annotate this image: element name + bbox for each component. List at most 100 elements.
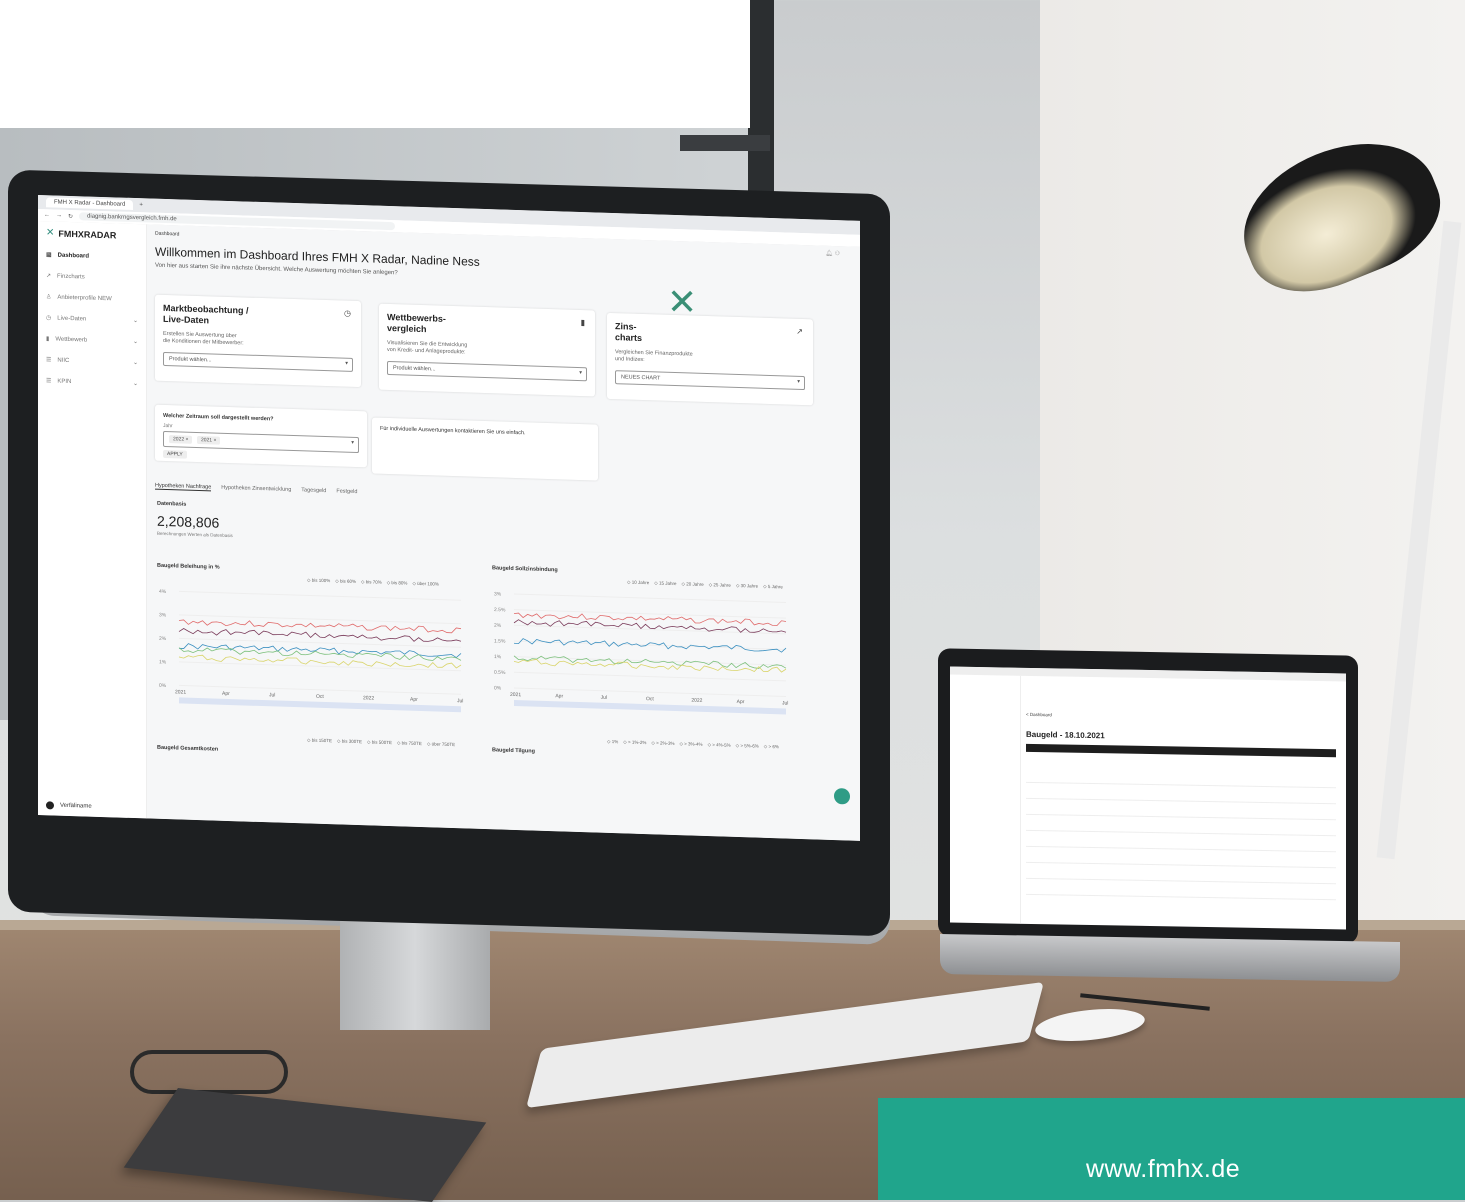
legend-item[interactable]: ◇ 20 Jahre	[681, 581, 703, 588]
list-icon: ☰	[46, 378, 52, 385]
legend-item[interactable]: ◇ > 4%-5%	[708, 742, 731, 749]
reload-icon[interactable]: ↻	[68, 212, 73, 219]
legend-item[interactable]: ◇ > 5%-6%	[736, 743, 759, 750]
clock-icon: ◷	[344, 308, 351, 318]
promo-banner	[878, 1098, 1465, 1200]
tab-tagesgeld[interactable]: Tagesgeld	[301, 487, 326, 495]
tab-festgeld[interactable]: Festgeld	[336, 488, 357, 496]
new-tab-icon[interactable]: +	[139, 202, 143, 208]
bar-chart-icon: ▮	[580, 318, 585, 328]
apply-button[interactable]: APPLY	[163, 449, 187, 459]
chart-title-sollzinsbindung: Baugeld Sollzinsbindung	[492, 565, 558, 574]
grid-icon: ▦	[46, 252, 52, 259]
forward-icon[interactable]: →	[56, 213, 62, 219]
sidebar-item-label: Wettbewerb	[55, 336, 88, 344]
y-tick-label: 4%	[159, 589, 167, 595]
card-title: Marktbeobachtung / Live-Daten	[163, 302, 249, 326]
year-chip[interactable]: 2022 ×	[169, 435, 193, 444]
tab-hypotheken-nachfrage[interactable]: Hypotheken Nachfrage	[155, 482, 212, 492]
gridline	[514, 640, 786, 651]
chart-title-gesamtkosten: Baugeld Gesamtkosten	[157, 744, 219, 753]
legend-item[interactable]: ◇ bis 100%	[307, 577, 330, 584]
card-title: Zins-charts	[615, 321, 643, 343]
logo-x-icon: ✕	[46, 227, 55, 239]
back-icon[interactable]: ←	[44, 212, 50, 218]
legend-item[interactable]: ◇ über 100%	[412, 581, 439, 588]
product-select[interactable]: Produkt wählen...	[163, 351, 353, 372]
product-select[interactable]: Produkt wählen...	[387, 360, 587, 382]
laptop-screen: < Dashboard Baugeld - 18.10.2021	[950, 666, 1346, 930]
series-line	[178, 643, 462, 659]
sidebar-item-kpin[interactable]: ☰ KPIN ⌄	[38, 370, 146, 394]
x-tick-label: Oct	[646, 696, 654, 702]
user-profile[interactable]: Verfäliname	[46, 801, 92, 810]
gridline	[514, 624, 786, 635]
legend-item[interactable]: ◇ 10 Jahre	[627, 580, 649, 587]
legend-item[interactable]: ◇ > 6%	[764, 744, 779, 750]
y-tick-label: 3%	[159, 612, 167, 618]
chat-button[interactable]	[834, 788, 850, 805]
legend-item[interactable]: ◇ 5 Jahre	[763, 584, 783, 591]
year-multiselect[interactable]: 2022 × 2021 ×	[163, 430, 359, 454]
kpi-value: 2,208,806	[157, 512, 220, 531]
legend-item[interactable]: ◇ > 2%-3%	[651, 740, 674, 747]
bell-icon[interactable]: 🔔︎	[825, 251, 833, 257]
legend-item[interactable]: ◇ 1%	[607, 739, 618, 745]
legend-item[interactable]: ◇ 25 Jahre	[709, 582, 731, 589]
y-tick-label: 0.5%	[494, 670, 506, 676]
user-icon: ♙	[46, 294, 52, 301]
y-tick-label: 2%	[159, 636, 167, 642]
tab-hypotheken-zinsentwicklung[interactable]: Hypotheken Zinsentwicklung	[221, 485, 291, 494]
x-tick-label: Jul	[269, 692, 275, 698]
gridline	[514, 609, 786, 619]
legend-item[interactable]: ◇ bis 80%	[387, 580, 408, 587]
legend-item[interactable]: ◇ bis 500TE	[367, 739, 392, 746]
x-tick-label: Apr	[555, 693, 563, 699]
legend-item[interactable]: ◇ bis 60%	[335, 578, 356, 585]
chart-sollzinsbindung[interactable]: 3% 2.5% 2% 1.5% 1% 0.5% 0% 2021 Apr Jul Oct 2022 Apr…	[492, 589, 792, 718]
laptop-page-title: Baugeld - 18.10.2021	[1026, 729, 1105, 741]
legend-item[interactable]: ◇ 15 Jahre	[654, 580, 676, 587]
card-wettbewerbsvergleich: Wettbewerbs-vergleich ▮ Visualisieren Si…	[379, 303, 595, 397]
x-tick-label: Oct	[316, 694, 324, 700]
laptop-back-link[interactable]: < Dashboard	[1026, 712, 1052, 717]
gridline	[179, 590, 461, 601]
gridline	[514, 671, 786, 682]
legend-item[interactable]: ◇ > 3%-4%	[679, 741, 702, 748]
trend-icon: ↗	[796, 326, 803, 337]
legend-sollzinsbindung: ◇ 10 Jahre ◇ 15 Jahre ◇ 20 Jahre ◇ 25 Ja…	[627, 580, 783, 591]
legend-item[interactable]: ◇ über 750TE	[427, 741, 455, 748]
legend-item[interactable]: ◇ > 1%-2%	[623, 739, 646, 746]
browser-tab[interactable]: FMH X Radar - Dashboard	[46, 197, 134, 210]
account-icon[interactable]: ⚇	[835, 251, 840, 257]
chart-beleihung[interactable]: 4% 3% 2% 1% 0% 2021 Apr Jul Oct 2022 Apr Jul	[157, 587, 467, 717]
chart-select[interactable]: NEUES CHART	[615, 370, 805, 391]
year-chip[interactable]: 2021 ×	[196, 435, 221, 445]
legend-item[interactable]: ◇ bis 300TE	[337, 738, 362, 745]
y-tick-label: 1%	[494, 654, 502, 660]
x-tick-label: Apr	[222, 691, 230, 697]
x-tick-label: Apr	[737, 699, 745, 705]
x-tick-label: Jul	[601, 695, 607, 701]
legend-item[interactable]: ◇ bis 150TE	[307, 737, 332, 744]
legend-item[interactable]: ◇ 30 Jahre	[736, 583, 758, 590]
breadcrumb[interactable]: Dashboard	[155, 231, 179, 238]
laptop-table-header	[1026, 743, 1336, 758]
chevron-down-icon: ⌄	[132, 380, 138, 388]
y-tick-label: 2%	[494, 623, 502, 629]
legend-item[interactable]: ◇ bis 750TE	[397, 740, 422, 747]
card-description: Visualisieren Sie die Entwicklung von Kre…	[387, 339, 468, 356]
x-tick-label: 2022	[691, 698, 702, 704]
promo-url[interactable]: www.fmhx.de	[1086, 1155, 1240, 1184]
legend-tilgung: ◇ 1% ◇ > 1%-2% ◇ > 2%-3% ◇ > 3%-4% ◇ > 4…	[607, 739, 779, 750]
sidebar-item-label: KPIN	[57, 378, 72, 385]
x-tick-label: Jul	[782, 700, 788, 706]
contact-card: Für individuelle Auswertungen kontaktier…	[372, 417, 598, 481]
laptop-sidebar	[950, 674, 1021, 924]
window-frame-bar	[680, 135, 770, 151]
chart-title-tilgung: Baugeld Tilgung	[492, 747, 535, 755]
x-tick-label: Jul	[457, 698, 463, 704]
app-logo[interactable]: ✕ FMHXRADAR	[38, 221, 146, 247]
laptop-base	[940, 933, 1400, 983]
legend-item[interactable]: ◇ bis 70%	[361, 579, 382, 586]
